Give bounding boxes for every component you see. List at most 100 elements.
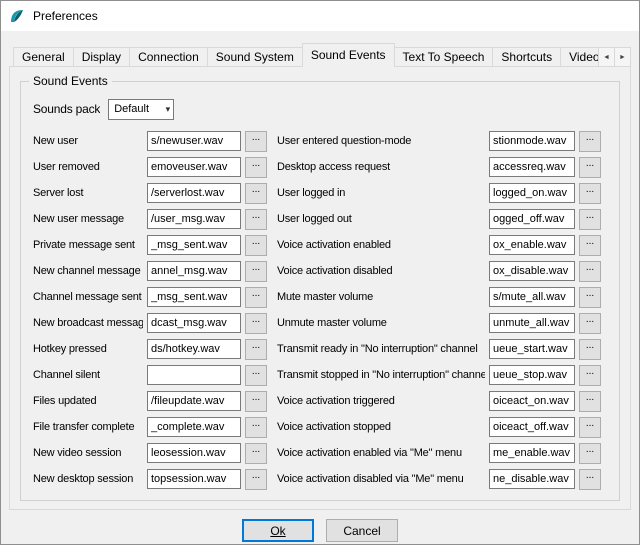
sound-file-input[interactable]	[147, 183, 241, 203]
browse-button[interactable]: ...	[579, 339, 601, 360]
sound-event-label: Files updated	[33, 395, 143, 407]
sound-file-input[interactable]	[147, 209, 241, 229]
sound-file-input[interactable]	[489, 209, 575, 229]
sound-file-input[interactable]	[489, 131, 575, 151]
sound-file-input[interactable]	[147, 339, 241, 359]
browse-button[interactable]: ...	[579, 209, 601, 230]
browse-button[interactable]: ...	[245, 235, 267, 256]
tab-connection[interactable]: Connection	[129, 47, 208, 67]
sound-event-row: New desktop session ... Voice activation…	[33, 466, 611, 492]
sound-file-input[interactable]	[489, 365, 575, 385]
tab-sound-events[interactable]: Sound Events	[302, 43, 395, 67]
tab-general[interactable]: General	[13, 47, 74, 67]
browse-button[interactable]: ...	[579, 183, 601, 204]
sound-file-input[interactable]	[147, 469, 241, 489]
sound-event-label: Hotkey pressed	[33, 343, 143, 355]
tab-text-to-speech[interactable]: Text To Speech	[394, 47, 494, 67]
tab-display[interactable]: Display	[73, 47, 130, 67]
sound-event-label: Private message sent	[33, 239, 143, 251]
browse-button[interactable]: ...	[579, 313, 601, 334]
browse-button[interactable]: ...	[245, 365, 267, 386]
sound-file-input[interactable]	[489, 235, 575, 255]
tab-bar: General Display Connection Sound System …	[9, 43, 631, 67]
browse-button[interactable]: ...	[579, 391, 601, 412]
cancel-button[interactable]: Cancel	[326, 519, 398, 542]
browse-button[interactable]: ...	[245, 417, 267, 438]
sound-event-label: Voice activation disabled	[277, 265, 485, 277]
sound-file-input[interactable]	[489, 183, 575, 203]
app-icon	[9, 8, 25, 24]
sound-event-label: New video session	[33, 447, 143, 459]
sound-event-label: Transmit ready in "No interruption" chan…	[277, 343, 485, 355]
browse-button[interactable]: ...	[579, 417, 601, 438]
sound-event-label: Voice activation disabled via "Me" menu	[277, 473, 485, 485]
sound-event-label: Voice activation enabled via "Me" menu	[277, 447, 485, 459]
sound-event-label: Channel message sent	[33, 291, 143, 303]
browse-button[interactable]: ...	[245, 157, 267, 178]
chevron-down-icon: ▾	[166, 104, 171, 115]
sounds-pack-select[interactable]: Default ▾	[108, 99, 174, 120]
browse-button[interactable]: ...	[579, 287, 601, 308]
sounds-pack-value: Default	[114, 103, 149, 115]
browse-button[interactable]: ...	[245, 391, 267, 412]
sound-event-label: File transfer complete	[33, 421, 143, 433]
sound-file-input[interactable]	[489, 417, 575, 437]
browse-button[interactable]: ...	[245, 287, 267, 308]
browse-button[interactable]: ...	[245, 131, 267, 152]
arrow-right-icon: ►	[619, 54, 626, 61]
sound-file-input[interactable]	[147, 235, 241, 255]
sound-file-input[interactable]	[147, 443, 241, 463]
browse-button[interactable]: ...	[245, 469, 267, 490]
browse-button[interactable]: ...	[245, 183, 267, 204]
sound-event-row: Channel message sent ... Mute master vol…	[33, 284, 611, 310]
sound-event-label: User logged in	[277, 187, 485, 199]
sound-file-input[interactable]	[489, 287, 575, 307]
titlebar: Preferences	[1, 1, 639, 31]
tab-scroll-right-button[interactable]: ►	[614, 47, 631, 67]
tab-shortcuts[interactable]: Shortcuts	[492, 47, 561, 67]
browse-button[interactable]: ...	[245, 261, 267, 282]
ok-button[interactable]: Ok	[242, 519, 314, 542]
sound-file-input[interactable]	[489, 469, 575, 489]
browse-button[interactable]: ...	[245, 443, 267, 464]
sound-event-row: User removed ... Desktop access request …	[33, 154, 611, 180]
browse-button[interactable]: ...	[579, 157, 601, 178]
browse-button[interactable]: ...	[245, 313, 267, 334]
browse-button[interactable]: ...	[579, 365, 601, 386]
sound-file-input[interactable]	[147, 261, 241, 281]
sound-event-label: New user	[33, 135, 143, 147]
browse-button[interactable]: ...	[245, 209, 267, 230]
sound-event-label: Mute master volume	[277, 291, 485, 303]
sound-event-label: Voice activation enabled	[277, 239, 485, 251]
sound-file-input[interactable]	[489, 261, 575, 281]
browse-button[interactable]: ...	[579, 469, 601, 490]
footer: Ok Cancel	[1, 519, 639, 542]
sound-file-input[interactable]	[147, 287, 241, 307]
sound-file-input[interactable]	[147, 417, 241, 437]
browse-button[interactable]: ...	[579, 261, 601, 282]
tab-scroll-left-button[interactable]: ◄	[598, 47, 615, 67]
browse-button[interactable]: ...	[579, 443, 601, 464]
sound-file-input[interactable]	[489, 313, 575, 333]
sound-file-input[interactable]	[489, 391, 575, 411]
sound-event-row: File transfer complete ... Voice activat…	[33, 414, 611, 440]
sound-file-input[interactable]	[489, 443, 575, 463]
sound-event-label: Transmit stopped in "No interruption" ch…	[277, 369, 485, 381]
sound-event-row: New channel message ... Voice activation…	[33, 258, 611, 284]
sound-event-row: Hotkey pressed ... Transmit ready in "No…	[33, 336, 611, 362]
sound-file-input[interactable]	[147, 365, 241, 385]
tab-sound-system[interactable]: Sound System	[207, 47, 303, 67]
browse-button[interactable]: ...	[579, 235, 601, 256]
sound-file-input[interactable]	[489, 157, 575, 177]
browse-button[interactable]: ...	[245, 339, 267, 360]
sound-file-input[interactable]	[489, 339, 575, 359]
sounds-pack-label: Sounds pack	[33, 102, 100, 116]
sound-file-input[interactable]	[147, 157, 241, 177]
sound-event-label: User removed	[33, 161, 143, 173]
sound-event-label: New channel message	[33, 265, 143, 277]
sound-file-input[interactable]	[147, 391, 241, 411]
sound-file-input[interactable]	[147, 313, 241, 333]
browse-button[interactable]: ...	[579, 131, 601, 152]
sound-file-input[interactable]	[147, 131, 241, 151]
sound-event-label: New desktop session	[33, 473, 143, 485]
